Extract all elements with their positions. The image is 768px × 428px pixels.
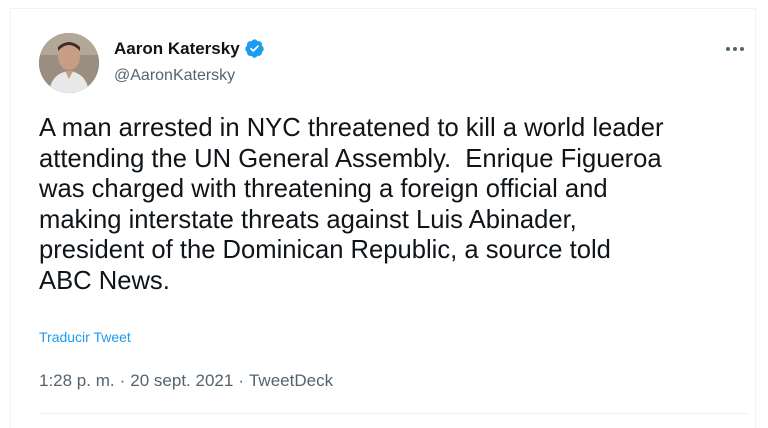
author-name[interactable]: Aaron Katersky [114,39,240,59]
more-options-icon[interactable] [719,33,751,65]
meta-separator: · [238,371,244,390]
tweet-card: Aaron Katersky @AaronKatersky A man arre… [10,8,756,428]
verified-badge-icon [244,39,264,58]
meta-separator: · [119,371,126,390]
tweet-date[interactable]: 20 sept. 2021 [130,371,233,391]
avatar-photo [39,33,99,93]
tweet-meta: 1:28 p. m. · 20 sept. 2021 · TweetDeck [39,371,333,391]
translate-tweet-link[interactable]: Traducir Tweet [39,329,131,345]
divider [39,413,749,414]
tweet-time[interactable]: 1:28 p. m. [39,371,115,391]
tweet-source[interactable]: TweetDeck [249,371,333,391]
tweet-text: A man arrested in NYC threatened to kill… [39,114,664,295]
avatar[interactable] [39,33,99,93]
author-row[interactable]: Aaron Katersky [114,38,265,59]
author-handle[interactable]: @AaronKatersky [114,66,235,86]
